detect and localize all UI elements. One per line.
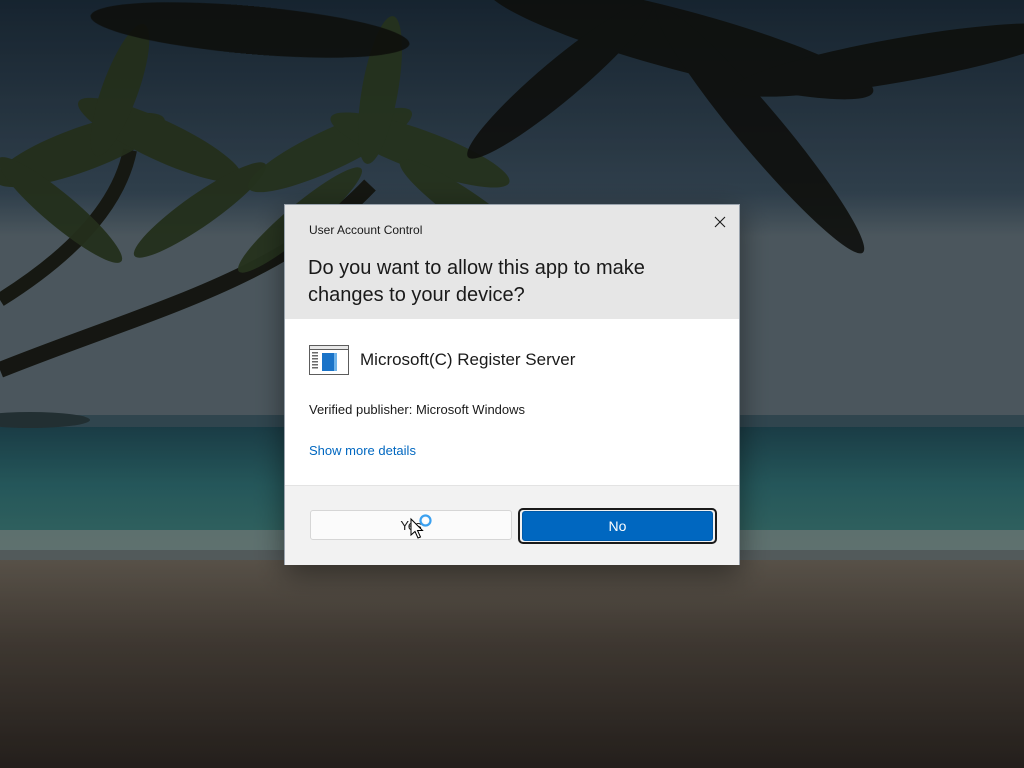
verified-publisher: Verified publisher: Microsoft Windows bbox=[309, 402, 526, 417]
show-more-details-link[interactable]: Show more details bbox=[309, 443, 416, 458]
dialog-footer: Yes No bbox=[285, 485, 739, 565]
app-name: Microsoft(C) Register Server bbox=[360, 350, 576, 369]
app-window-icon bbox=[309, 345, 349, 375]
desktop-screen: User Account Control Do you want to allo… bbox=[0, 0, 1024, 768]
app-info-row: Microsoft(C) Register Server bbox=[309, 344, 575, 376]
dialog-question: Do you want to allow this app to make ch… bbox=[308, 257, 645, 306]
yes-button[interactable]: Yes bbox=[310, 510, 512, 540]
dialog-header: User Account Control Do you want to allo… bbox=[285, 205, 739, 319]
no-button[interactable]: No bbox=[522, 511, 713, 541]
dialog-title: User Account Control bbox=[309, 223, 423, 237]
close-button[interactable] bbox=[705, 209, 735, 235]
uac-dialog: User Account Control Do you want to allo… bbox=[284, 204, 740, 565]
close-icon bbox=[714, 216, 726, 228]
